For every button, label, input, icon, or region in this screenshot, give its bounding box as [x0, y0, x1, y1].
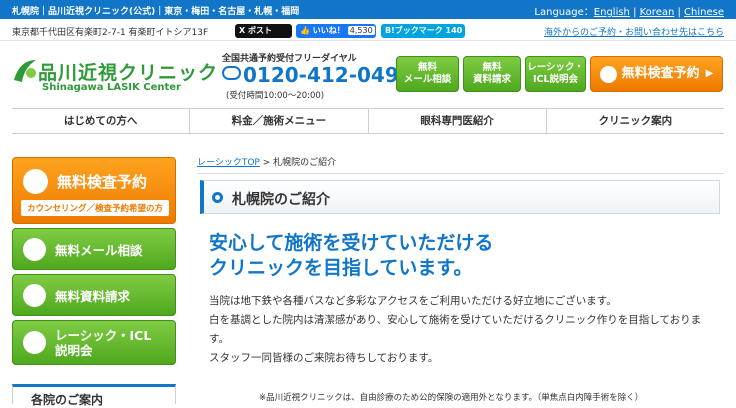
sidebar-free-exam-sub: カウンセリング／検査予約希望の方: [21, 200, 170, 216]
x-post-button[interactable]: X ポスト: [235, 24, 292, 38]
language-label: Language：: [534, 7, 594, 18]
fb-like-label: いいね！: [312, 26, 345, 35]
headline-line-2: クリニックを目指しています。: [209, 257, 473, 279]
phone-number-text: 0120-412-049: [243, 63, 399, 87]
search-icon: [599, 65, 617, 83]
nav-item-first-time[interactable]: はじめての方へ: [12, 109, 191, 133]
seminar-label: レーシック・ ICL説明会: [527, 62, 584, 85]
free-mail-consult-button[interactable]: 無料 メール相談: [396, 56, 459, 92]
free-brochure-button[interactable]: 無料 資料請求: [463, 56, 521, 92]
sidebar-free-exam-label: 無料検査予約: [57, 173, 148, 191]
page-title-text: 札幌院のご紹介: [232, 192, 330, 208]
body-line-3: す。: [209, 333, 229, 345]
breadcrumb-divider: [197, 173, 724, 174]
sidebar-brochure-button[interactable]: 無料資料請求: [12, 274, 176, 316]
sidebar-seminar-button[interactable]: レーシック・ICL 説明会: [12, 320, 176, 365]
sidebar-mail-label: 無料メール相談: [55, 242, 143, 258]
breadcrumb: レーシックTOP > 札幌院のご紹介: [197, 155, 724, 168]
body-line-1: 当院は地下鉄や各種バスなど多彩なアクセスをご利用いただける好立地にございます。: [209, 295, 617, 307]
chevron-right-icon: ▶: [705, 68, 714, 79]
page-title: 札幌院のご紹介: [200, 180, 720, 214]
phone-block: 全国共通予約受付フリーダイヤル 0120-412-049 (受付時間10:00～…: [222, 51, 399, 101]
body-line-2: 白を基調とした院内は清潔感があり、安心して施術を受けていただけるクリニック作りを…: [209, 314, 702, 326]
sidebar-clinic-guide-heading: 各院のご案内: [12, 384, 176, 407]
free-brochure-label: 無料 資料請求: [472, 62, 511, 85]
fb-like-count: 4,530: [347, 26, 375, 35]
thumbs-up-icon: 👍: [300, 26, 310, 35]
phone-hours: (受付時間10:00～20:00): [226, 91, 325, 101]
breadcrumb-separator: >: [259, 158, 274, 168]
sidebar-seminar-label: レーシック・ICL 説明会: [55, 327, 152, 358]
phone-icon: [222, 66, 241, 80]
nav-item-price-menu[interactable]: 料金／施術メニュー: [190, 109, 369, 133]
title-bullet-icon: [212, 192, 223, 203]
logo-text-jp: 品川近視クリニック: [38, 62, 219, 84]
sub-bar: 東京都千代田区有楽町2-7-1 有楽町イトシア13F X ポスト 👍 いいね！ 4…: [0, 19, 736, 41]
free-exam-booking-label: 無料検査予約: [621, 66, 700, 81]
global-nav: はじめての方へ 料金／施術メニュー 眼科専門医紹介 クリニック案内: [12, 108, 724, 134]
lang-korean-link[interactable]: Korean: [640, 7, 675, 18]
logo-text-en: Shinagawa LASIK Center: [42, 82, 181, 93]
headline: 安心して施術を受けていただける クリニックを目指しています。: [209, 231, 719, 281]
facebook-like-button[interactable]: 👍 いいね！ 4,530: [296, 24, 376, 38]
body-text: 当院は地下鉄や各種バスなど多彩なアクセスをご利用いただける好立地にございます。 …: [209, 292, 719, 368]
logo-icon: [14, 60, 36, 82]
lang-chinese-link[interactable]: Chinese: [684, 7, 724, 18]
mail-icon: [23, 237, 46, 261]
presentation-icon: [23, 331, 46, 354]
language-switcher: Language：English | Korean | Chinese: [534, 7, 724, 18]
hatena-b-icon: B!: [385, 26, 395, 35]
seminar-button[interactable]: レーシック・ ICL説明会: [525, 56, 586, 92]
breadcrumb-current: 札幌院のご紹介: [273, 158, 337, 168]
breadcrumb-home-link[interactable]: レーシックTOP: [197, 158, 260, 168]
search-icon: [23, 169, 48, 194]
headline-line-1: 安心して施術を受けていただける: [209, 232, 494, 254]
sidebar-free-exam-button[interactable]: 無料検査予約 カウンセリング／検査予約希望の方: [12, 157, 176, 224]
hatena-bookmark-button[interactable]: B!ブックマーク 140: [381, 24, 465, 38]
lang-english-link[interactable]: English: [594, 7, 630, 18]
sidebar-docs-label: 無料資料請求: [55, 288, 131, 304]
free-exam-booking-button[interactable]: 無料検査予約 ▶: [590, 56, 723, 92]
free-mail-consult-label: 無料 メール相談: [403, 62, 452, 85]
hatena-label: ブックマーク: [394, 26, 443, 35]
clinic-logo[interactable]: 品川近視クリニック Shinagawa LASIK Center: [12, 58, 217, 94]
top-bar: 札幌院｜品川近視クリニック(公式)｜東京・梅田・名古屋・札幌・福岡 Langua…: [0, 0, 736, 19]
site-title: 札幌院｜品川近視クリニック(公式)｜東京・梅田・名古屋・札幌・福岡: [12, 7, 300, 17]
body-line-4: スタッフ一同皆様のご来院お待ちしております。: [209, 352, 439, 364]
insurance-note: ※品川近視クリニックは、自由診療のため公的保険の適用外となります。（単焦点白内障…: [259, 393, 644, 403]
sidebar-mail-consult-button[interactable]: 無料メール相談: [12, 228, 176, 270]
clinic-address: 東京都千代田区有楽町2-7-1 有楽町イトシア13F: [12, 28, 209, 38]
header: 品川近視クリニック Shinagawa LASIK Center 全国共通予約受…: [0, 42, 736, 102]
document-icon: [23, 283, 46, 307]
nav-item-clinic-info[interactable]: クリニック案内: [547, 109, 724, 133]
hatena-count: 140: [445, 26, 463, 35]
nav-item-doctors[interactable]: 眼科専門医紹介: [369, 109, 547, 133]
overseas-contact-link[interactable]: 海外からのご予約・お問い合わせ先はこちら: [544, 25, 724, 38]
phone-number[interactable]: 0120-412-049: [222, 63, 399, 87]
main-content: レーシックTOP > 札幌院のご紹介 札幌院のご紹介 安心して施術を受けていただ…: [197, 155, 724, 403]
